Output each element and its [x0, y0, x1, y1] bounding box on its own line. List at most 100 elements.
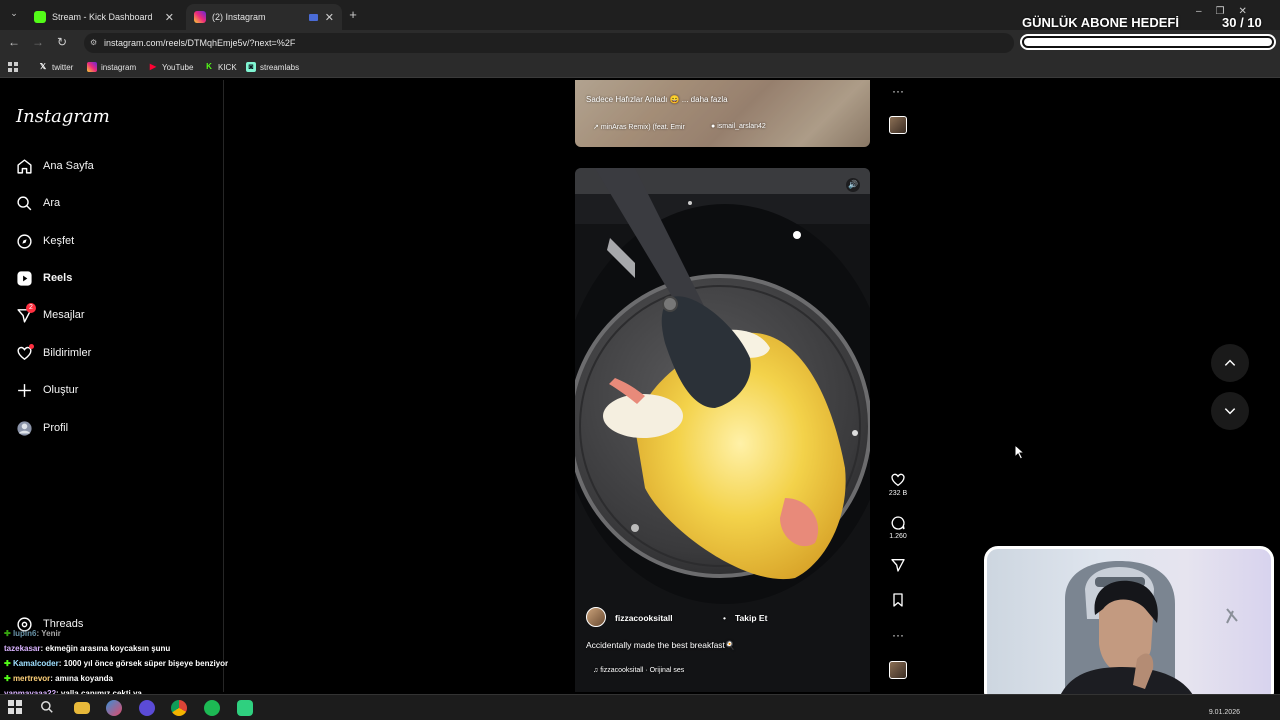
prev-audio-thumbnail[interactable] — [889, 116, 907, 134]
new-tab-button[interactable]: + — [345, 7, 361, 22]
chat-username: tazekasar — [4, 644, 41, 653]
goal-progress-bar — [1020, 34, 1276, 50]
author-avatar[interactable] — [586, 607, 606, 627]
bookmark-streamlabs[interactable]: ◙ streamlabs — [246, 60, 299, 74]
author-username[interactable]: fizzacooksitall — [615, 613, 673, 623]
sidebar-item-home[interactable]: Ana Sayfa — [16, 154, 94, 178]
discord-icon[interactable] — [139, 700, 155, 716]
back-icon[interactable]: ← — [6, 35, 22, 49]
tagged-user-label: ismail_arslan42 — [717, 123, 766, 130]
bookmark-label: instagram — [101, 62, 137, 72]
youtube-icon: ▶ — [149, 62, 157, 71]
sidebar-item-label: Keşfet — [43, 235, 75, 247]
sidebar-item-explore[interactable]: Keşfet — [16, 229, 74, 253]
chevron-down-icon — [1224, 408, 1236, 415]
apps-grid-icon[interactable] — [8, 60, 18, 74]
sidebar-item-label: Ara — [43, 197, 61, 209]
reel-caption[interactable]: Sadece Hafızlar Anladı 😄 ... daha fazla — [586, 95, 728, 104]
bookmark-label: KICK — [218, 62, 237, 72]
sidebar-item-label: Reels — [43, 272, 73, 284]
comment-count: 1.260 — [889, 533, 907, 540]
audio-thumbnail[interactable] — [889, 661, 907, 679]
file-explorer-icon[interactable] — [74, 702, 90, 714]
close-tab-icon[interactable]: ✕ — [325, 11, 334, 24]
windows-start-icon[interactable] — [8, 700, 24, 716]
compass-icon — [17, 233, 32, 249]
tab-instagram[interactable]: (2) Instagram ✕ — [186, 4, 342, 30]
bookmark-instagram[interactable]: instagram — [87, 60, 136, 74]
close-tab-icon[interactable]: ✕ — [165, 11, 174, 24]
chat-message: ✚ Kamalcoder: 1000 yıl önce görsek süper… — [4, 659, 228, 668]
separator-dot: • — [723, 613, 726, 623]
sound-icon[interactable]: 🔊 — [846, 178, 860, 192]
avatar-icon — [17, 420, 32, 436]
previous-reel-button[interactable] — [1211, 344, 1249, 382]
tab-kick-dashboard[interactable]: Stream - Kick Dashboard ✕ — [26, 4, 182, 30]
comment-button[interactable]: 1.260 — [887, 515, 909, 540]
streamer-camera-feed — [1057, 561, 1238, 703]
bookmark-label: YouTube — [162, 62, 194, 72]
like-count: 232 B — [888, 490, 908, 497]
next-reel-button[interactable] — [1211, 392, 1249, 430]
sidebar-item-reels[interactable]: Reels — [16, 266, 72, 290]
tab-title: (2) Instagram — [212, 12, 266, 22]
site-info-icon[interactable]: ⚙ — [90, 33, 97, 53]
plus-icon — [18, 383, 31, 397]
sidebar-item-label: Ana Sayfa — [43, 160, 94, 172]
goal-title: GÜNLÜK ABONE HEDEFİ — [1022, 15, 1179, 30]
reel-audio[interactable]: ↗ minAras Remix) (feat. Emir — [593, 123, 685, 131]
taskbar-date: 9.01.2026 — [1208, 709, 1240, 716]
bookmark-youtube[interactable]: ▶ YouTube — [148, 60, 194, 74]
prev-more-options-icon[interactable]: ··· — [887, 84, 909, 98]
sidebar-item-label: Profil — [43, 422, 69, 434]
reload-icon[interactable]: ↻ — [54, 35, 70, 49]
chat-message: tazekasar: ekmeğin arasına koycaksın şun… — [4, 644, 170, 653]
reel-audio[interactable]: ♫ fizzacooksitall · Orijinal ses — [593, 667, 684, 674]
heart-icon — [891, 473, 905, 487]
mouse-cursor-icon — [1014, 444, 1026, 460]
follow-button[interactable]: Takip Et — [735, 613, 767, 623]
sidebar-item-search[interactable]: Ara — [16, 191, 60, 215]
instagram-icon — [87, 62, 97, 72]
tab-search-icon[interactable]: ⌄ — [6, 8, 22, 19]
search-icon[interactable] — [40, 700, 56, 716]
home-icon — [17, 158, 32, 174]
goal-count: 30 / 10 — [1222, 15, 1262, 30]
like-button[interactable]: 232 B — [887, 472, 909, 497]
current-reel[interactable]: 🔊 fizzacooksitall • Takip Et Accidentall… — [575, 168, 870, 692]
spotify-icon[interactable] — [204, 700, 220, 716]
streamlabs-icon[interactable] — [237, 700, 253, 716]
previous-reel[interactable]: Sadece Hafızlar Anladı 😄 ... daha fazla … — [575, 80, 870, 147]
chat-badge-icon: ✚ — [4, 659, 13, 668]
app-icon[interactable] — [106, 700, 122, 716]
bookmark-twitter[interactable]: 𝕏 twitter — [38, 60, 74, 74]
instagram-sidebar: Instagram Ana Sayfa Ara Keşfet Reels 2 M… — [0, 80, 224, 692]
save-button[interactable] — [887, 592, 909, 610]
sidebar-item-notifications[interactable]: Bildirimler — [16, 341, 91, 365]
bookmark-kick[interactable]: K KICK — [204, 60, 237, 74]
sidebar-item-create[interactable]: Oluştur — [16, 378, 78, 402]
reel-tagged-user[interactable]: ● ismail_arslan42 — [711, 123, 766, 130]
sidebar-item-messages[interactable]: 2 Mesajlar — [16, 303, 85, 327]
sidebar-item-label: Mesajlar — [43, 309, 85, 321]
chat-badge-icon: ✚ — [4, 674, 13, 683]
url-text: instagram.com/reels/DTMqhEmje5v/?next=%2… — [104, 38, 296, 48]
bookmark-label: twitter — [52, 62, 74, 72]
search-icon — [17, 195, 32, 210]
tab-title: Stream - Kick Dashboard — [52, 12, 153, 22]
bookmark-label: streamlabs — [260, 62, 300, 72]
sidebar-item-profile[interactable]: Profil — [16, 416, 68, 440]
reel-audio-label: minAras Remix) (feat. Emir — [600, 124, 685, 131]
chat-text: : amına koyanda — [50, 674, 113, 683]
chrome-icon[interactable] — [171, 700, 187, 716]
instagram-logo[interactable]: Instagram — [16, 106, 110, 127]
chat-text: : ekmeğin arasına koycaksın şunu — [40, 644, 171, 653]
url-field[interactable]: ⚙ instagram.com/reels/DTMqhEmje5v/?next=… — [84, 33, 1014, 53]
chat-text: : Yenir — [36, 629, 61, 638]
chat-message: ✚ lupin6: Yenir — [4, 629, 61, 638]
reel-audio-label: fizzacooksitall · Orijinal ses — [600, 667, 685, 674]
forward-icon[interactable]: → — [30, 35, 46, 49]
share-button[interactable] — [887, 557, 909, 575]
more-options-icon[interactable]: ··· — [887, 628, 909, 642]
reel-caption[interactable]: Accidentally made the best breakfast🍳 — [586, 640, 736, 651]
